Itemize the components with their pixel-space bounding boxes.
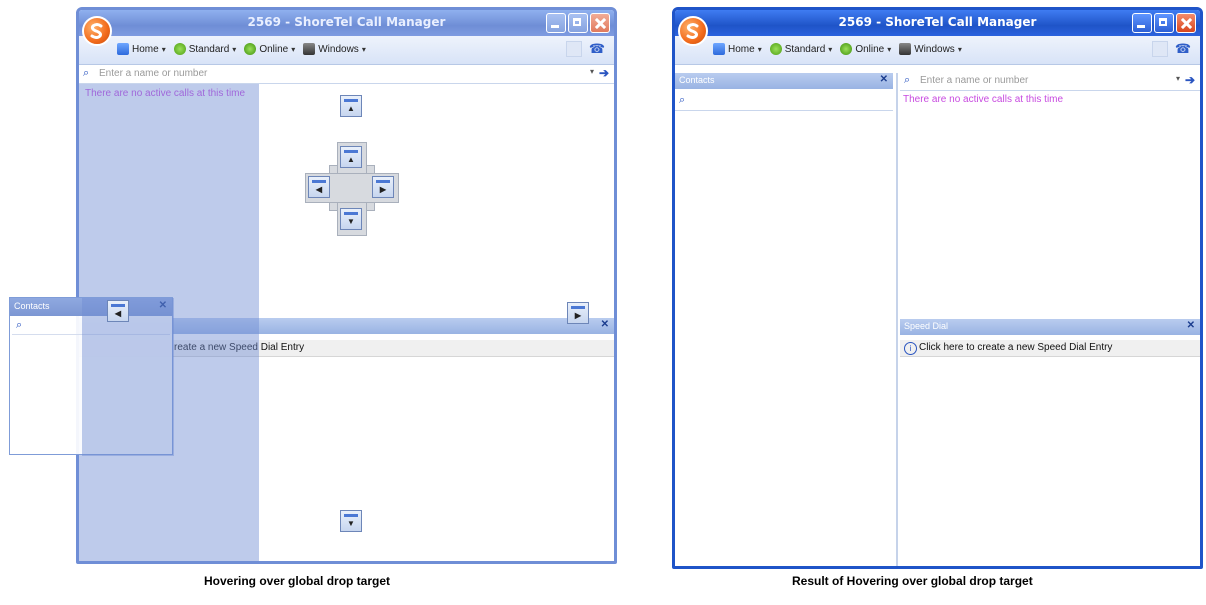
dial-go-icon[interactable]: ➔: [1185, 73, 1195, 87]
close-button[interactable]: [1176, 13, 1196, 33]
right-menu-toolbar: Home ▾ Standard ▾ Online ▾ Windows ▾ ☎: [675, 36, 1200, 65]
dock-bottom-edge-target[interactable]: ▼: [340, 510, 362, 532]
shoretel-logo-icon: [678, 16, 708, 46]
windows-icon: [899, 43, 912, 55]
dial-go-icon[interactable]: ➔: [599, 66, 609, 80]
close-icon[interactable]: ✕: [601, 319, 609, 330]
chevron-down-icon: ▾: [232, 44, 237, 54]
chevron-down-icon: ▾: [828, 44, 833, 54]
online-status-icon: [244, 43, 257, 55]
chevron-down-icon: ▾: [887, 44, 892, 54]
dock-right-edge-target[interactable]: ▶: [567, 302, 589, 324]
toolbar-box[interactable]: [566, 41, 582, 57]
online-status-icon: [840, 43, 853, 55]
menu-home[interactable]: Home ▾: [117, 43, 166, 55]
dock-right-icon: ▶: [574, 311, 582, 320]
status-standard-icon: [769, 43, 782, 55]
toolbar-box[interactable]: [1152, 41, 1168, 57]
windows-icon: [303, 43, 316, 55]
right-window-title: 2569 - ShoreTel Call Manager: [838, 15, 1037, 29]
no-active-calls-text: There are no active calls at this time: [903, 94, 1064, 105]
left-window-controls: [546, 13, 610, 33]
chevron-down-icon: ▾: [957, 44, 962, 54]
right-window-controls: [1132, 13, 1196, 33]
speed-dial-header: Speed Dial ✕: [900, 319, 1200, 335]
menu-windows[interactable]: Windows ▾: [303, 43, 366, 55]
minimize-button[interactable]: [546, 13, 566, 33]
status-standard-icon: [173, 43, 186, 55]
left-menu-toolbar: Home ▾ Standard ▾ Online ▾ Windows ▾ ☎: [79, 36, 614, 65]
dock-left-icon: ◀: [114, 309, 122, 318]
search-dropdown-icon[interactable]: ▾: [590, 67, 594, 76]
left-call-manager-window: 2569 - ShoreTel Call Manager Home ▾ Stand…: [76, 7, 617, 564]
chevron-down-icon: ▾: [291, 44, 296, 54]
left-titlebar[interactable]: 2569 - ShoreTel Call Manager: [79, 10, 614, 36]
search-input[interactable]: Enter a name or number: [920, 75, 1028, 86]
left-window-title: 2569 - ShoreTel Call Manager: [247, 15, 446, 29]
dock-left-edge-target[interactable]: ◀: [107, 300, 129, 322]
search-input[interactable]: Enter a name or number: [99, 68, 207, 79]
pane-splitter[interactable]: [896, 73, 898, 566]
search-icon: ⌕: [16, 319, 23, 331]
contacts-search[interactable]: ⌕: [675, 92, 893, 111]
search-icon: ⌕: [679, 94, 686, 106]
info-icon: i: [904, 342, 917, 355]
dock-right-icon: ▶: [379, 185, 387, 194]
dock-left-icon: ◀: [315, 185, 323, 194]
menu-online[interactable]: Online ▾: [244, 43, 295, 55]
maximize-button[interactable]: [568, 13, 588, 33]
speed-dial-entry[interactable]: i Click here to create a new Speed Dial E…: [900, 340, 1200, 357]
dock-center-right-target[interactable]: ▶: [372, 176, 394, 198]
maximize-button[interactable]: [1154, 13, 1174, 33]
right-search-row[interactable]: ⌕ Enter a name or number ▾ ➔: [900, 72, 1200, 91]
left-caption: Hovering over global drop target: [204, 574, 391, 588]
search-icon: ⌕: [83, 67, 90, 79]
right-titlebar[interactable]: 2569 - ShoreTel Call Manager: [675, 10, 1200, 36]
menu-windows[interactable]: Windows ▾: [899, 43, 962, 55]
dock-top-edge-target[interactable]: ▲: [340, 95, 362, 117]
contacts-pane-header: Contacts ✕: [675, 73, 893, 89]
right-call-manager-window: 2569 - ShoreTel Call Manager Home ▾ Stand…: [672, 7, 1203, 569]
shoretel-logo-icon: [82, 16, 112, 46]
dock-down-icon: ▼: [347, 519, 355, 528]
search-dropdown-icon[interactable]: ▾: [1176, 74, 1180, 83]
search-icon: ⌕: [904, 74, 911, 86]
close-button[interactable]: [590, 13, 610, 33]
close-icon[interactable]: ✕: [880, 74, 888, 85]
menu-standard[interactable]: Standard ▾: [173, 43, 237, 55]
dock-center-bottom-target[interactable]: ▼: [340, 208, 362, 230]
close-icon[interactable]: ✕: [1187, 320, 1195, 331]
chevron-down-icon: ▾: [361, 44, 366, 54]
floating-contacts-panel[interactable]: Contacts ✕ ⌕: [9, 297, 174, 456]
menu-online[interactable]: Online ▾: [840, 43, 891, 55]
home-icon: [713, 43, 725, 55]
dock-down-icon: ▼: [347, 217, 355, 226]
chevron-down-icon: ▾: [757, 44, 762, 54]
dock-center-top-target[interactable]: ▲: [340, 146, 362, 168]
dock-up-icon: ▲: [347, 155, 355, 164]
right-caption: Result of Hovering over global drop targ…: [792, 574, 1033, 588]
chevron-down-icon: ▾: [161, 44, 166, 54]
minimize-button[interactable]: [1132, 13, 1152, 33]
menu-standard[interactable]: Standard ▾: [769, 43, 833, 55]
menu-home[interactable]: Home ▾: [713, 43, 762, 55]
dock-center-left-target[interactable]: ◀: [308, 176, 330, 198]
dock-up-icon: ▲: [347, 104, 355, 113]
left-search-row[interactable]: ⌕ Enter a name or number ▾ ➔: [79, 65, 614, 84]
phone-icon[interactable]: ☎: [1174, 42, 1192, 56]
home-icon: [117, 43, 129, 55]
phone-icon[interactable]: ☎: [588, 42, 606, 56]
